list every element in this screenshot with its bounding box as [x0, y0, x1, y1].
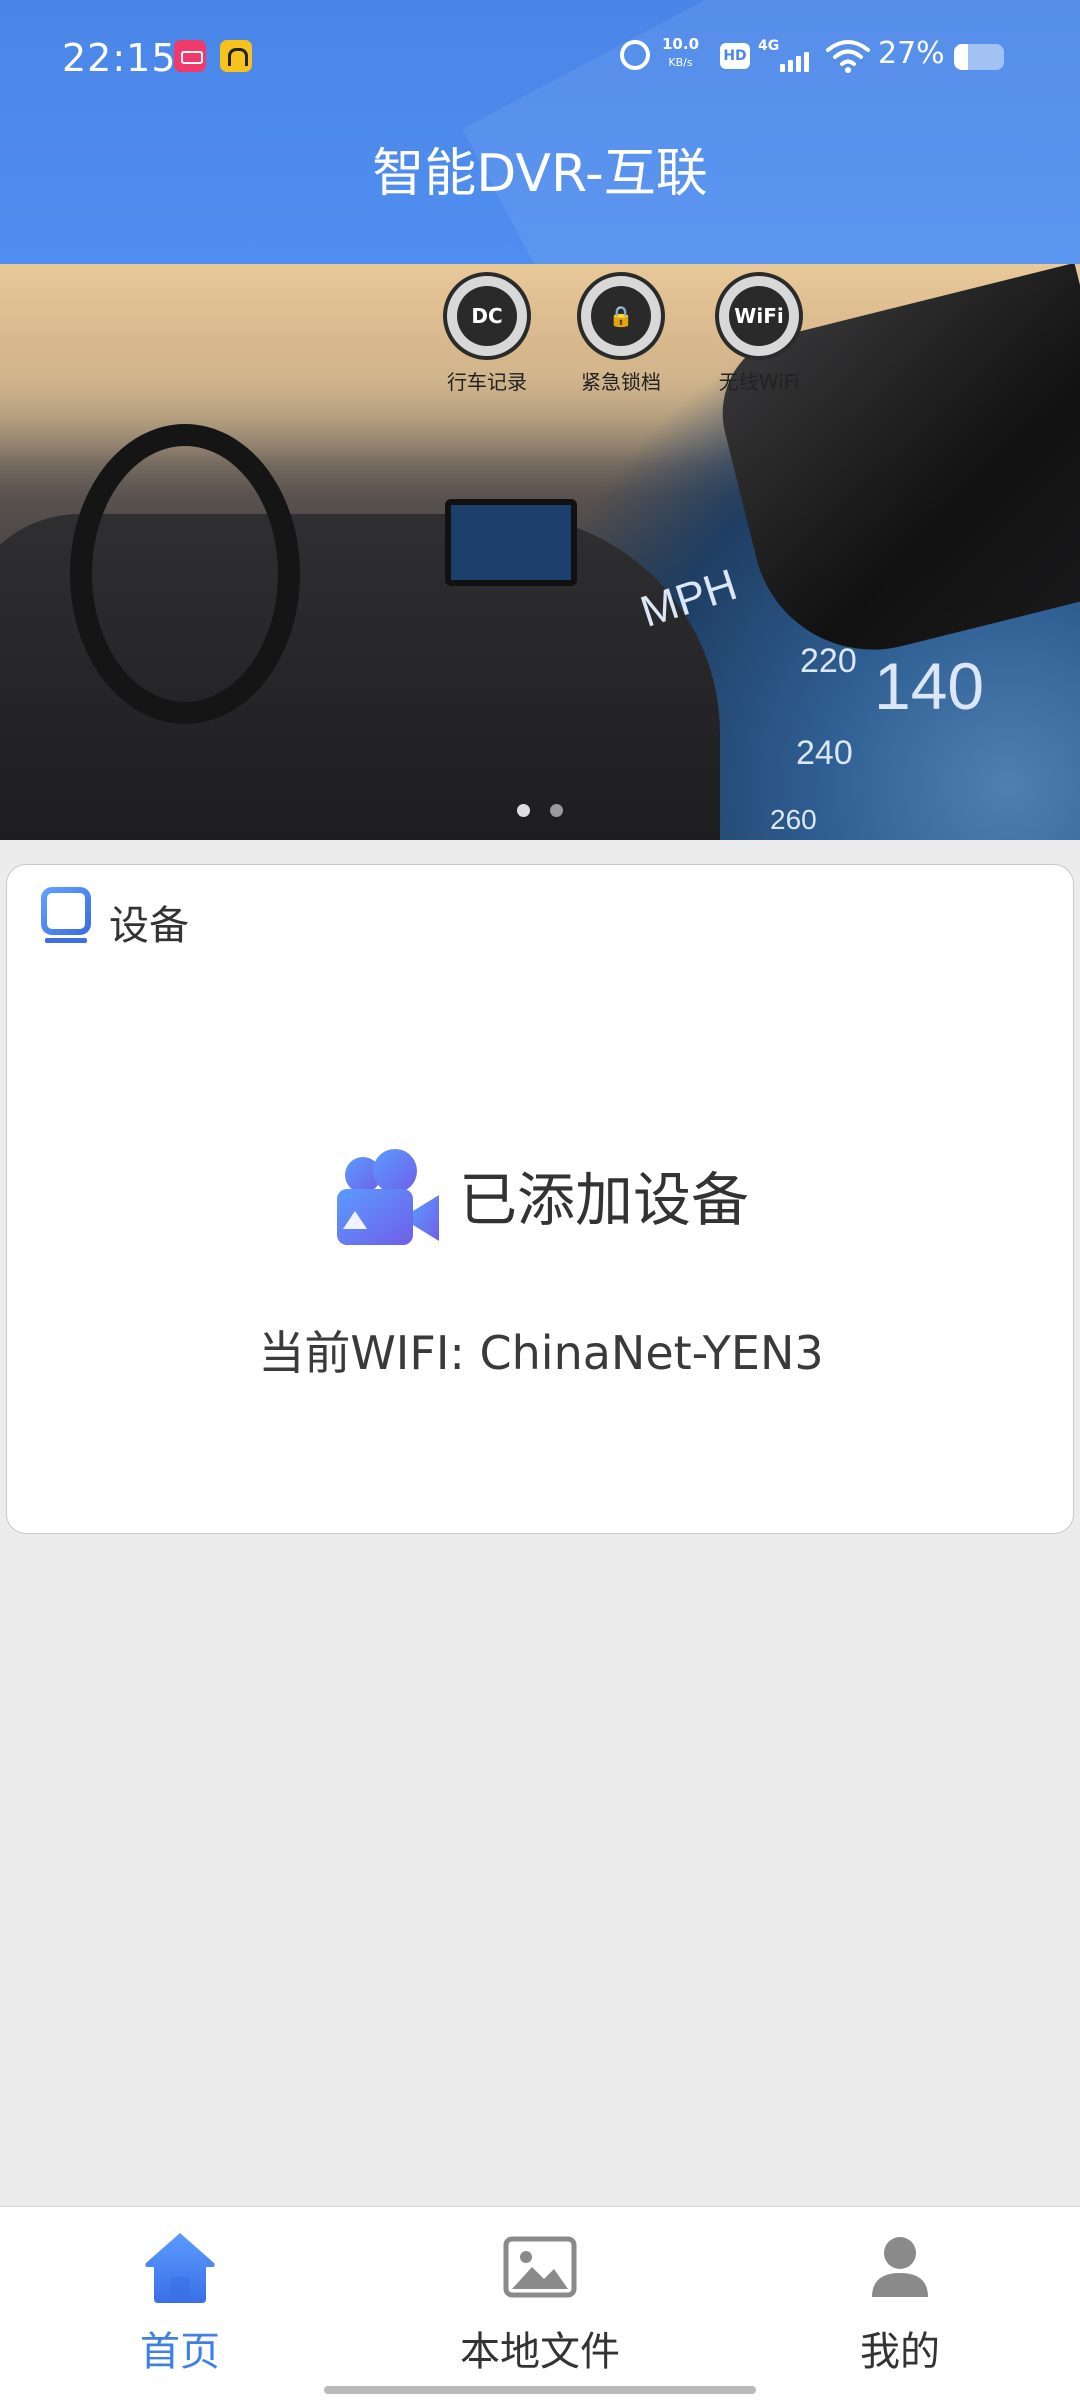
monitor-icon — [41, 887, 91, 943]
network-speed-value: 10.0 — [662, 35, 700, 53]
network-speed-unit: KB/s — [668, 56, 693, 69]
feature-label: 无线WiFi — [718, 370, 800, 394]
device-status-row[interactable]: 已添加设备 — [7, 1145, 1075, 1255]
nav-label: 我的 — [860, 2329, 940, 2375]
carousel-dot[interactable] — [549, 804, 563, 817]
page-title-text: 智能DVR-互联 — [372, 144, 708, 204]
steering-wheel-graphic — [70, 424, 300, 724]
signal-icon: 4G — [758, 38, 818, 78]
promo-banner-carousel[interactable]: MPH 140 220 240 260 DC 行车记录 🔒 紧急锁档 WiFi … — [0, 264, 1080, 840]
speed-label: 240 — [796, 734, 853, 772]
device-added-label: 已添加设备 — [458, 1166, 749, 1234]
home-icon — [145, 2233, 215, 2303]
app-header: 22:15 10.0 KB/s HD 4G 27% 智能DVR-互联 — [0, 0, 1080, 264]
nav-item-profile[interactable]: 我的 — [720, 2207, 1080, 2401]
current-wifi-label: 当前WIFI: ChinaNet-YEN3 — [258, 1326, 824, 1380]
speed-label: 140 — [874, 649, 985, 723]
feature-label: 行车记录 — [447, 370, 527, 394]
image-icon — [503, 2236, 577, 2298]
carousel-dot[interactable] — [517, 804, 531, 817]
user-icon — [872, 2237, 928, 2297]
wifi-badge-icon: WiFi — [715, 272, 803, 360]
page-title: 智能DVR-互联 — [0, 96, 1080, 264]
feature-car-lock: 🔒 紧急锁档 — [566, 272, 676, 395]
status-time: 22:15 — [62, 36, 177, 80]
feature-dashcam: DC 行车记录 — [432, 272, 542, 395]
hd-icon: HD — [720, 43, 750, 69]
car-screen-graphic — [445, 499, 577, 586]
alarm-icon — [620, 40, 650, 70]
battery-percent: 27% — [878, 36, 945, 71]
notification-app-icon — [220, 40, 252, 72]
dashcam-icon: DC — [443, 272, 531, 360]
wifi-icon — [826, 40, 870, 73]
nav-item-home[interactable]: 首页 — [0, 2207, 360, 2401]
carousel-indicator — [0, 802, 1080, 821]
network-speed: 10.0 KB/s — [662, 36, 699, 71]
nav-item-local-files[interactable]: 本地文件 — [360, 2207, 720, 2401]
status-bar: 22:15 10.0 KB/s HD 4G 27% — [0, 0, 1080, 96]
device-card[interactable]: 设备 已添加设备 当前WIFI: ChinaNet-YEN3 — [6, 864, 1074, 1534]
speed-label: 220 — [800, 642, 857, 680]
status-indicators: 10.0 KB/s HD 4G 27% — [620, 34, 1080, 78]
car-lock-icon: 🔒 — [577, 272, 665, 360]
nav-label: 本地文件 — [460, 2329, 620, 2375]
battery-icon — [954, 44, 1004, 70]
card-title: 设备 — [109, 903, 189, 949]
network-type: 4G — [758, 38, 780, 54]
nav-label: 首页 — [140, 2329, 220, 2375]
bottom-navigation: 首页 本地文件 我的 — [0, 2206, 1080, 2401]
home-indicator[interactable] — [324, 2386, 756, 2394]
feature-wifi: WiFi 无线WiFi — [704, 272, 814, 395]
feature-label: 紧急锁档 — [581, 370, 661, 394]
notification-app-icon — [174, 40, 206, 72]
camcorder-icon — [336, 1149, 439, 1245]
